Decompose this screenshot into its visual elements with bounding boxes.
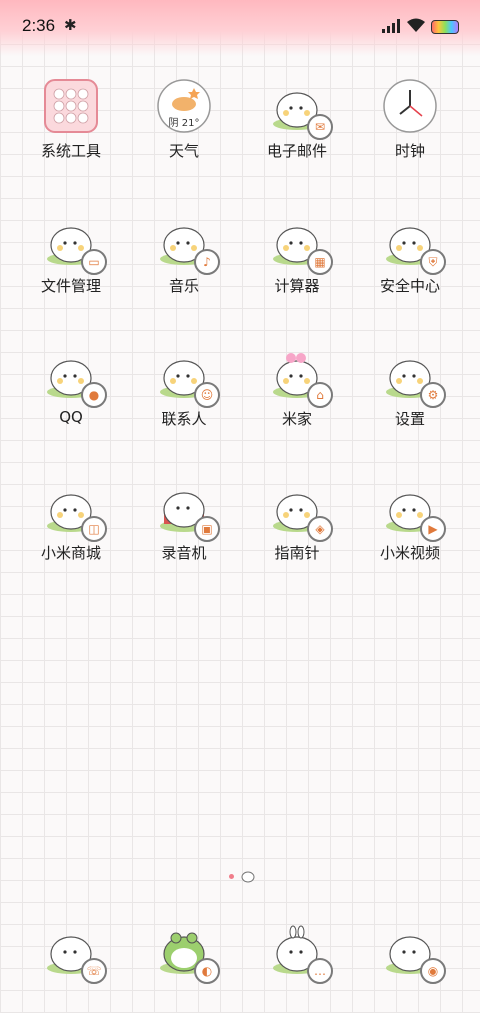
message-icon: …	[307, 958, 333, 984]
dock-messages[interactable]: …	[242, 922, 352, 984]
compass-icon: ◈	[307, 516, 333, 542]
app-calculator[interactable]: ▦ 计算器	[242, 213, 352, 296]
blob-icon: ◈	[269, 480, 333, 542]
app-system-tools[interactable]: 系统工具	[16, 78, 126, 161]
app-qq[interactable]: ● QQ	[16, 346, 126, 426]
blob-icon: ▭	[43, 213, 107, 275]
app-label: 录音机	[161, 544, 207, 562]
contacts-icon: ☺	[194, 382, 220, 408]
app-email[interactable]: ✉ 电子邮件	[242, 78, 352, 161]
weather-icon: 阴 21°	[156, 78, 212, 134]
blob-icon: ⛨	[382, 213, 446, 275]
app-clock[interactable]: 时钟	[355, 78, 465, 161]
browser-icon: ◐	[194, 958, 220, 984]
folder-icon: ▭	[81, 249, 107, 275]
clock-time: 2:36	[22, 16, 56, 35]
app-label: 系统工具	[40, 142, 101, 160]
dock-browser[interactable]: ◐	[129, 922, 239, 984]
dock-phone[interactable]: ☏	[16, 922, 126, 984]
blob-icon: ▣	[156, 480, 220, 542]
clock-icon	[382, 78, 438, 134]
phone-icon: ☏	[81, 958, 107, 984]
blob-icon: ▦	[269, 213, 333, 275]
wifi-icon	[407, 18, 425, 32]
app-music[interactable]: ♪ 音乐	[129, 213, 239, 296]
camera-icon: ◉	[420, 958, 446, 984]
blob-icon: ●	[43, 346, 107, 408]
app-mi-store[interactable]: ◫ 小米商城	[16, 480, 126, 563]
tools-folder-icon	[43, 78, 99, 134]
app-label: QQ	[59, 408, 83, 426]
app-recorder[interactable]: ▣ 录音机	[129, 480, 239, 563]
blob-icon: ◉	[382, 922, 446, 984]
blob-icon: ⌂	[269, 346, 333, 408]
app-label: 指南针	[274, 544, 320, 562]
app-label: 文件管理	[40, 277, 101, 295]
frog-blob-icon: ◐	[156, 922, 220, 984]
app-security-center[interactable]: ⛨ 安全中心	[355, 213, 465, 296]
app-label: 米家	[281, 410, 312, 428]
gear-icon: ⚙	[420, 382, 446, 408]
blob-icon: ⚙	[382, 346, 446, 408]
blob-icon: ♪	[156, 213, 220, 275]
app-contacts[interactable]: ☺ 联系人	[129, 346, 239, 429]
app-file-manager[interactable]: ▭ 文件管理	[16, 213, 126, 296]
signal-icon	[382, 19, 400, 33]
music-icon: ♪	[194, 249, 220, 275]
page-dot	[229, 874, 234, 879]
video-icon: ▶	[420, 516, 446, 542]
app-mi-home[interactable]: ⌂ 米家	[242, 346, 352, 429]
app-label: 小米商城	[40, 544, 101, 562]
recorder-icon: ▣	[194, 516, 220, 542]
app-compass[interactable]: ◈ 指南针	[242, 480, 352, 563]
app-label: 天气	[168, 142, 199, 160]
blob-icon: ✉	[269, 78, 333, 140]
shop-icon: ◫	[81, 516, 107, 542]
bunny-blob-icon: …	[269, 922, 333, 984]
app-label: 安全中心	[379, 277, 440, 295]
qq-icon: ●	[81, 382, 107, 408]
blob-icon: ☺	[156, 346, 220, 408]
dock-camera[interactable]: ◉	[355, 922, 465, 984]
blob-icon: ☏	[43, 922, 107, 984]
bluetooth-icon: ✱	[64, 16, 77, 34]
page-indicator[interactable]	[226, 868, 260, 884]
app-label: 联系人	[161, 410, 207, 428]
status-bar: 2:36 ✱	[0, 0, 480, 56]
app-label: 计算器	[274, 277, 320, 295]
home-icon: ⌂	[307, 382, 333, 408]
battery-icon	[431, 20, 459, 34]
blob-icon: ▶	[382, 480, 446, 542]
app-weather[interactable]: 阴 21° 天气	[129, 78, 239, 161]
app-mi-video[interactable]: ▶ 小米视频	[355, 480, 465, 563]
app-label: 时钟	[394, 142, 425, 160]
weather-temp: 阴 21°	[168, 118, 200, 129]
current-page-icon	[241, 871, 255, 883]
app-label: 音乐	[168, 277, 199, 295]
app-label: 小米视频	[379, 544, 440, 562]
shield-icon: ⛨	[420, 249, 446, 275]
app-settings[interactable]: ⚙ 设置	[355, 346, 465, 429]
app-label: 电子邮件	[266, 142, 327, 160]
app-label: 设置	[394, 410, 425, 428]
blob-icon: ◫	[43, 480, 107, 542]
mail-icon: ✉	[307, 114, 333, 140]
calculator-icon: ▦	[307, 249, 333, 275]
